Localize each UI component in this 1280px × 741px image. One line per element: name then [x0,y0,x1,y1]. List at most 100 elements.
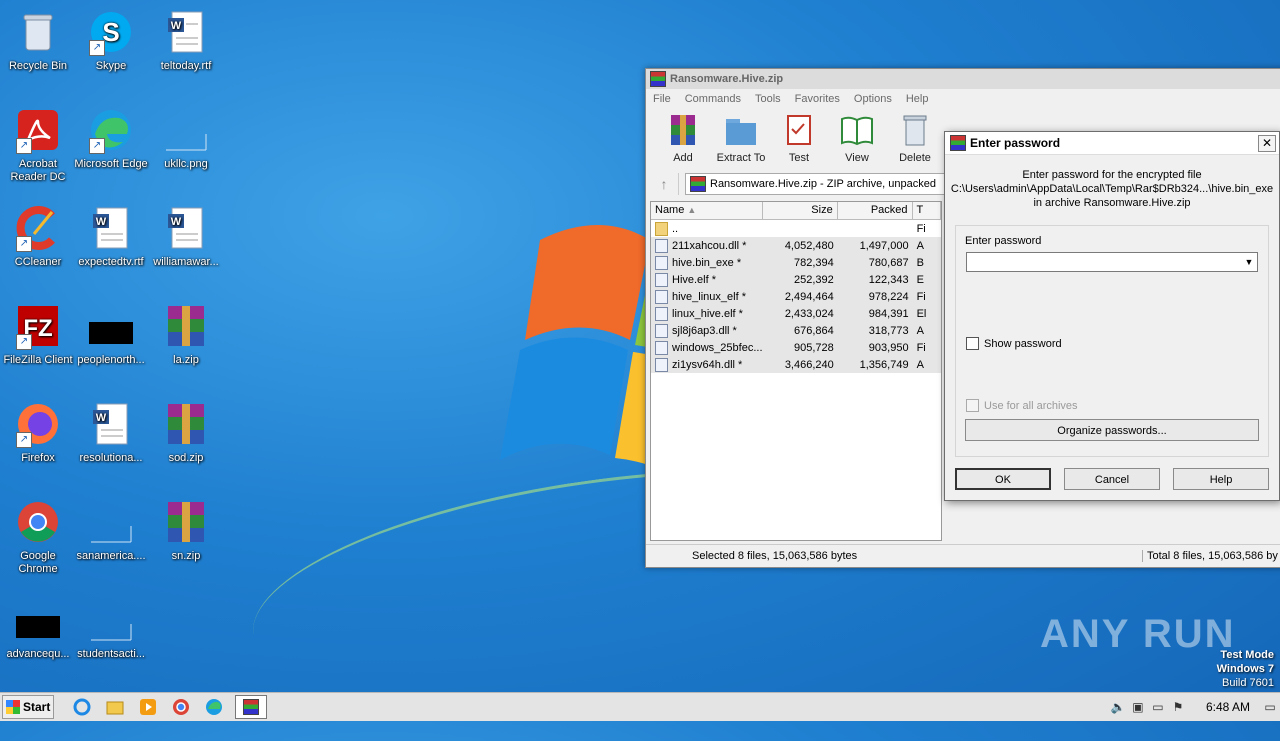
recycle-bin-icon [23,14,53,51]
shortcut-arrow-icon: ↗ [89,138,105,154]
desktop-icon-advancequ[interactable]: advancequ... [0,596,76,661]
table-row[interactable]: sjl8j6ap3.dll * 676,864 318,773 A [651,322,941,339]
winrar-titlebar[interactable]: Ransomware.Hive.zip [646,69,1280,89]
winrar-archive-icon [168,502,204,542]
winrar-menubar: File Commands Tools Favorites Options He… [646,89,1280,109]
password-group: Enter password ▼ Show password Use for a… [955,225,1269,457]
desktop-icon-ukllc[interactable]: ukllc.png [148,106,224,171]
checkbox-box[interactable] [966,337,979,350]
file-icon [655,306,668,321]
desktop-icon-la-zip[interactable]: la.zip [148,302,224,367]
desktop-icon-sanamerica[interactable]: sanamerica.... [73,498,149,563]
winrar-archive-icon [168,404,204,444]
delete-button[interactable]: Delete [886,113,944,164]
add-button[interactable]: Add [654,113,712,164]
menu-file[interactable]: File [646,93,678,105]
test-button[interactable]: Test [770,113,828,164]
column-type[interactable]: T [913,202,941,219]
winrar-statusbar: Selected 8 files, 15,063,586 bytes Total… [646,544,1280,567]
add-archive-icon [671,115,695,145]
battery-icon[interactable]: ▭ [1149,699,1167,715]
path-bar: ↑ Ransomware.Hive.zip - ZIP archive, unp… [650,173,946,195]
column-size[interactable]: Size [763,202,838,219]
close-icon[interactable]: ✕ [1258,135,1276,152]
column-name[interactable]: Name ▲ [651,202,763,219]
volume-icon[interactable]: 🔈 [1109,699,1127,715]
media-player-icon[interactable] [136,696,160,718]
status-total: Total 8 files, 15,063,586 by [1142,550,1278,562]
desktop-icon-sn-zip[interactable]: sn.zip [148,498,224,563]
winrar-taskbar-icon[interactable] [235,695,267,719]
desktop-icon-teltoday[interactable]: W teltoday.rtf [148,8,224,73]
chrome-taskbar-icon[interactable] [169,696,193,718]
checkbox-box[interactable] [966,399,979,412]
desktop-icon-chrome[interactable]: Google Chrome [0,498,76,576]
file-icon [655,289,668,304]
desktop-icon-studentsacti[interactable]: studentsacti... [73,596,149,661]
winrar-title: Ransomware.Hive.zip [670,73,784,85]
desktop-icon-acrobat[interactable]: ↗ Acrobat Reader DC [0,106,76,184]
file-icon [655,272,668,287]
dll-file-icon [655,323,668,338]
network-icon[interactable]: ▣ [1129,699,1147,715]
table-row[interactable]: windows_25bfec... 905,728 903,950 Fi [651,339,941,356]
word-document-icon: W [93,403,128,445]
ok-button[interactable]: OK [955,468,1051,490]
svg-text:W: W [171,216,182,228]
menu-help[interactable]: Help [899,93,936,105]
explorer-folder-icon[interactable] [103,696,127,718]
table-row[interactable]: linux_hive.elf * 2,433,024 984,391 El [651,305,941,322]
desktop-icon-resolutiona[interactable]: W resolutiona... [73,400,149,465]
desktop-icon-recycle-bin[interactable]: Recycle Bin [0,8,76,73]
desktop-icon-peoplenorth[interactable]: peoplenorth... [73,302,149,367]
chevron-down-icon[interactable]: ▼ [1241,253,1257,271]
desktop-icon-williamawar[interactable]: W williamawar... [148,204,224,269]
menu-tools[interactable]: Tools [748,93,788,105]
menu-commands[interactable]: Commands [678,93,748,105]
dialog-info: Enter password for the encrypted file C:… [950,169,1274,209]
desktop-icon-sod-zip[interactable]: sod.zip [148,400,224,465]
system-tray: 🔈 ▣ ▭ ⚑ 6:48 AM ▭ [1108,693,1280,721]
desktop-icon-ccleaner[interactable]: ↗ CCleaner [0,204,76,269]
use-for-all-checkbox[interactable]: Use for all archives [966,399,1078,412]
dialog-titlebar[interactable]: Enter password [945,132,1279,155]
start-button[interactable]: Start [2,695,54,719]
table-row[interactable]: Hive.elf * 252,392 122,343 E [651,271,941,288]
desktop-icon-skype[interactable]: S ↗ Skype [73,8,149,73]
menu-favorites[interactable]: Favorites [788,93,847,105]
cancel-button[interactable]: Cancel [1064,468,1160,490]
table-row[interactable]: hive.bin_exe * 782,394 780,687 B [651,254,941,271]
parent-folder-row[interactable]: .. Fi [651,220,941,237]
dll-file-icon [655,357,668,372]
menu-options[interactable]: Options [847,93,899,105]
desktop-icon-filezilla[interactable]: FZ ↗ FileZilla Client [0,302,76,367]
desktop-icon-edge[interactable]: ↗ Microsoft Edge [73,106,149,171]
test-clipboard-icon [787,115,811,145]
clock[interactable]: 6:48 AM [1206,700,1250,714]
extract-to-button[interactable]: Extract To [712,113,770,164]
desktop-icon-expectedtv[interactable]: W expectedtv.rtf [73,204,149,269]
path-field[interactable]: Ransomware.Hive.zip - ZIP archive, unpac… [685,173,946,195]
table-row[interactable]: hive_linux_elf * 2,494,464 978,224 Fi [651,288,941,305]
help-button[interactable]: Help [1173,468,1269,490]
table-row[interactable]: zi1ysv64h.dll * 3,466,240 1,356,749 A [651,356,941,373]
organize-passwords-button[interactable]: Organize passwords... [965,419,1259,441]
trash-icon [903,115,927,146]
svg-text:W: W [96,412,107,424]
password-input[interactable]: ▼ [966,252,1258,272]
show-desktop-icon[interactable]: ▭ [1261,699,1279,715]
ie-icon[interactable] [70,696,94,718]
shortcut-arrow-icon: ↗ [16,432,32,448]
word-document-icon: W [93,207,128,249]
column-packed[interactable]: Packed [838,202,913,219]
action-center-flag-icon[interactable]: ⚑ [1169,699,1187,715]
image-file-icon [16,616,60,638]
image-file-icon [91,526,132,543]
anyrun-watermark: ANY RUN [1040,612,1236,656]
view-button[interactable]: View [828,113,886,164]
table-row[interactable]: 211xahcou.dll * 4,052,480 1,497,000 A [651,237,941,254]
show-password-checkbox[interactable]: Show password [966,337,1062,350]
desktop-icon-firefox[interactable]: ↗ Firefox [0,400,76,465]
up-arrow-icon[interactable]: ↑ [650,173,679,195]
edge-taskbar-icon[interactable] [202,696,226,718]
